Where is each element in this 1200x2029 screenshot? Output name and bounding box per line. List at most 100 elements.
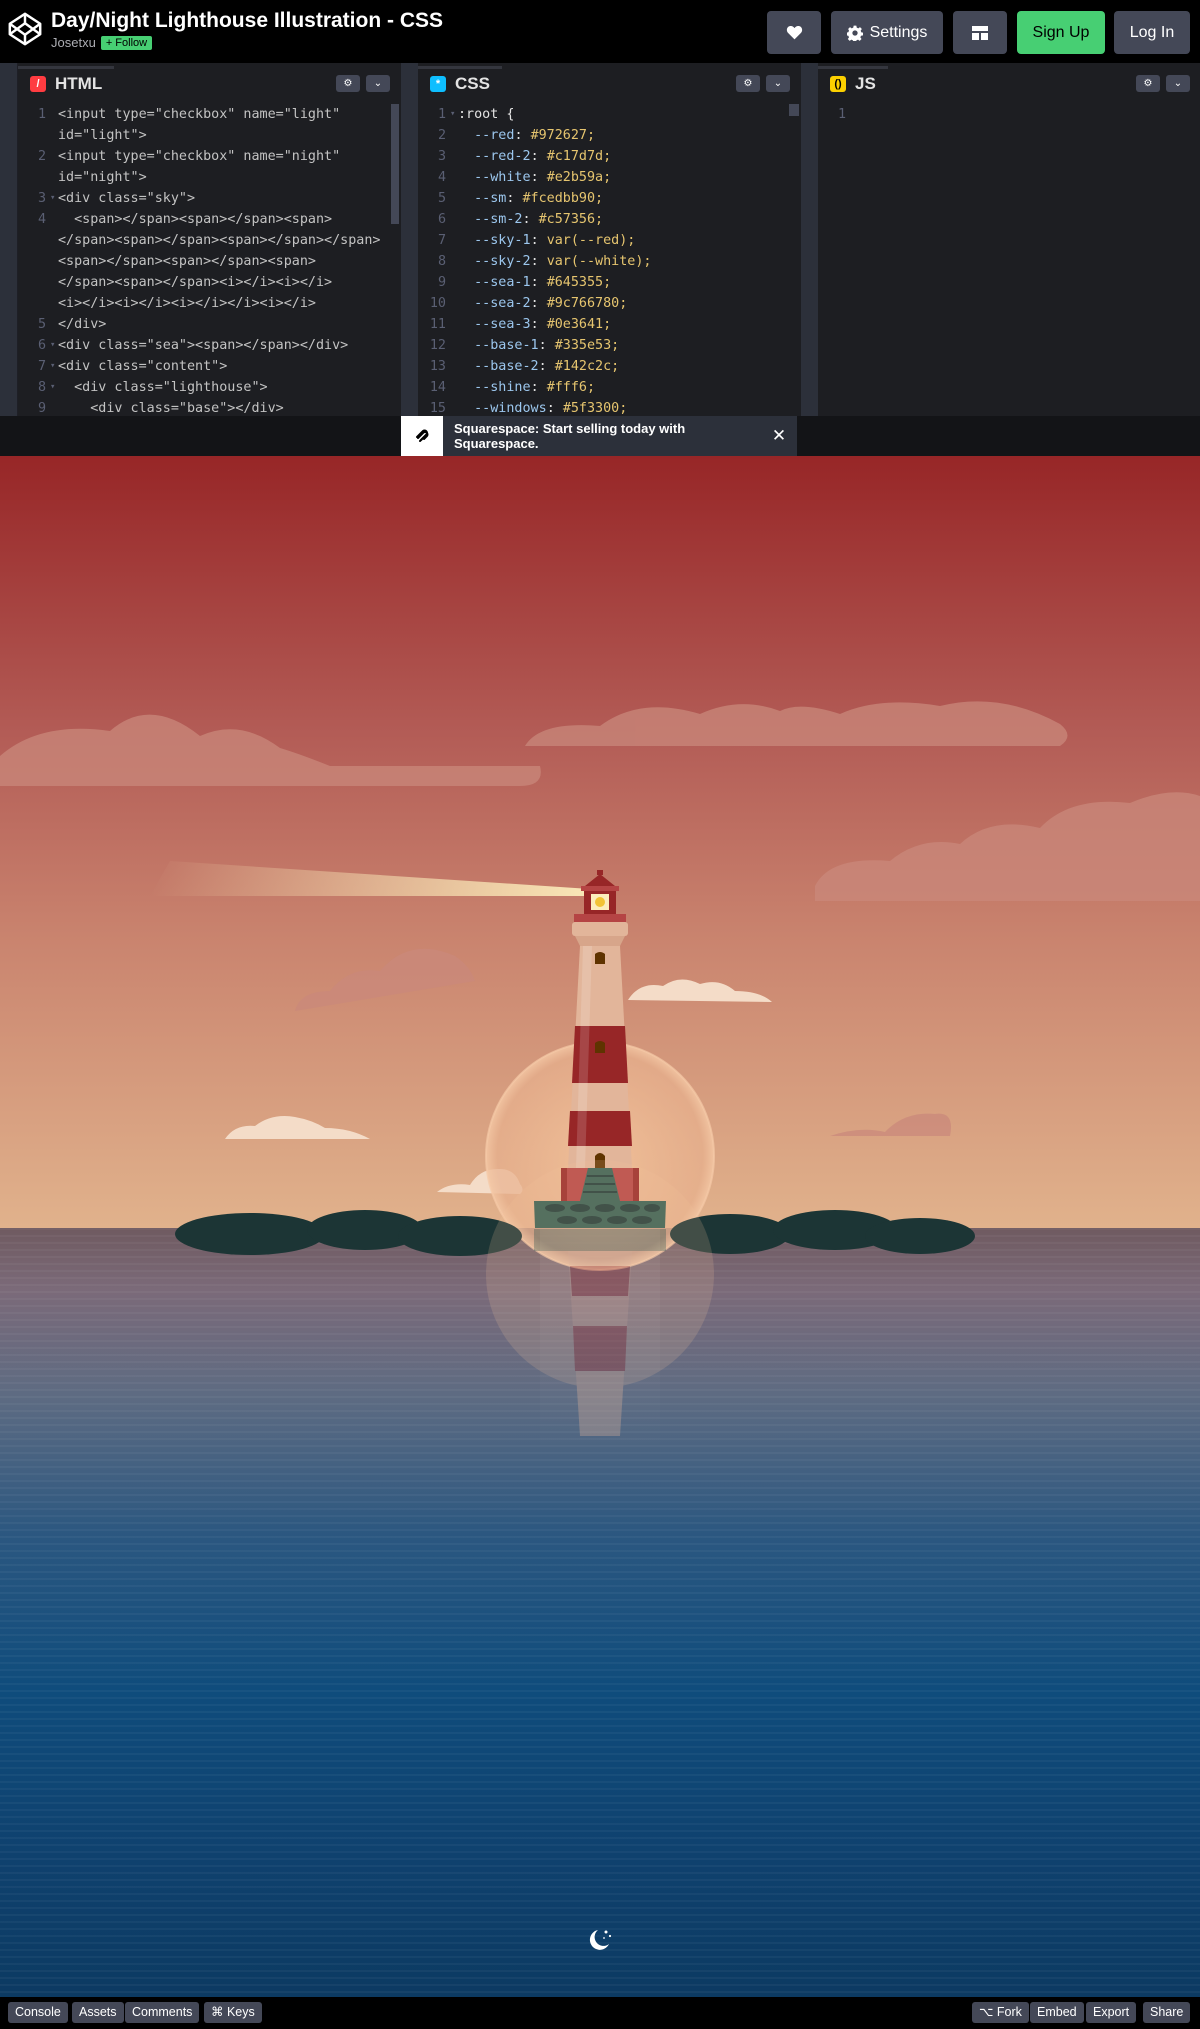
fold-toggle[interactable] (50, 125, 58, 146)
fold-toggle[interactable] (50, 251, 58, 272)
fold-toggle[interactable] (450, 293, 458, 314)
js-code[interactable]: 1 (818, 104, 1200, 416)
code-line[interactable]: 11 --sea-3: #0e3641; (418, 314, 801, 335)
css-scrollbar[interactable] (789, 104, 799, 116)
console-button[interactable]: Console (8, 2002, 68, 2023)
code-line[interactable]: 6 --sm-2: #c57356; (418, 209, 801, 230)
fold-toggle[interactable] (450, 251, 458, 272)
signup-button[interactable]: Sign Up (1017, 11, 1105, 54)
fold-toggle[interactable] (50, 146, 58, 167)
resize-handle[interactable] (801, 63, 818, 416)
login-button[interactable]: Log In (1114, 11, 1190, 54)
comments-button[interactable]: Comments (125, 2002, 200, 2023)
fold-toggle[interactable] (50, 104, 58, 125)
code-line[interactable]: id="night"> (18, 167, 401, 188)
html-scrollbar[interactable] (391, 104, 399, 224)
code-line[interactable]: 2 <input type="checkbox" name="night" (18, 146, 401, 167)
fold-toggle[interactable] (450, 377, 458, 398)
code-line[interactable]: 4 --white: #e2b59a; (418, 167, 801, 188)
html-collapse-button[interactable]: ⌄ (366, 75, 390, 92)
code-line[interactable]: 12 --base-1: #335e53; (418, 335, 801, 356)
code-line[interactable]: </span><span></span><span></span></span> (18, 230, 401, 251)
code-line[interactable]: <span></span><span></span><span> (18, 251, 401, 272)
resize-handle[interactable] (401, 63, 418, 416)
js-collapse-button[interactable]: ⌄ (1166, 75, 1190, 92)
fold-toggle[interactable] (850, 104, 858, 125)
code-line[interactable]: 5 </div> (18, 314, 401, 335)
code-line[interactable]: 7 --sky-1: var(--red); (418, 230, 801, 251)
fold-toggle[interactable] (50, 167, 58, 188)
css-code[interactable]: 1 ▾:root {2 --red: #972627; 3 --red-2: #c1… (418, 104, 801, 416)
fold-toggle[interactable]: ▾ (50, 377, 58, 398)
fold-toggle[interactable] (450, 272, 458, 293)
fold-toggle[interactable] (450, 209, 458, 230)
css-property: --sea-1 (458, 275, 531, 290)
day-night-toggle[interactable] (587, 1927, 613, 1953)
code-line[interactable]: 4 <span></span><span></span><span> (18, 209, 401, 230)
code-line[interactable]: </span><span></span><i></i><i></i> (18, 272, 401, 293)
css-collapse-button[interactable]: ⌄ (766, 75, 790, 92)
html-settings-button[interactable]: ⚙ (336, 75, 360, 92)
settings-button[interactable]: Settings (831, 11, 943, 54)
export-button[interactable]: Export (1086, 2002, 1137, 2023)
fold-toggle[interactable] (50, 398, 58, 416)
css-settings-button[interactable]: ⚙ (736, 75, 760, 92)
fold-toggle[interactable] (450, 167, 458, 188)
tab-css[interactable]: * CSS (418, 66, 502, 98)
code-line[interactable]: 5 --sm: #fcedbb90; (418, 188, 801, 209)
code-line[interactable]: 1 (818, 104, 1200, 125)
code-line[interactable]: 13 --base-2: #142c2c; (418, 356, 801, 377)
code-line[interactable]: 3 --red-2: #c17d7d; (418, 146, 801, 167)
fold-toggle[interactable] (450, 188, 458, 209)
fold-toggle[interactable] (450, 125, 458, 146)
tab-js[interactable]: () JS (818, 66, 888, 98)
fold-toggle[interactable] (450, 335, 458, 356)
code-line[interactable]: 8 ▾ <div class="lighthouse"> (18, 377, 401, 398)
code-line[interactable]: 8 --sky-2: var(--white); (418, 251, 801, 272)
fold-toggle[interactable] (50, 293, 58, 314)
follow-button[interactable]: + Follow (100, 35, 153, 50)
fold-toggle[interactable] (450, 314, 458, 335)
fold-toggle[interactable] (50, 230, 58, 251)
code-line[interactable]: <i></i><i></i><i></i></i><i></i> (18, 293, 401, 314)
code-line[interactable]: 7 ▾ <div class="content"> (18, 356, 401, 377)
code-line[interactable]: 10 --sea-2: #9c766780; (418, 293, 801, 314)
code-line[interactable]: 9 --sea-1: #645355; (418, 272, 801, 293)
codepen-logo-icon[interactable] (6, 10, 44, 48)
fold-toggle[interactable] (450, 146, 458, 167)
squarespace-ad[interactable]: Squarespace: Start selling today with Sq… (401, 416, 797, 456)
keys-button[interactable]: ⌘ Keys (204, 2002, 262, 2023)
code-line[interactable]: 1 ▾:root { (418, 104, 801, 125)
code-line[interactable]: 2 --red: #972627; (418, 125, 801, 146)
fold-toggle[interactable] (450, 230, 458, 251)
embed-button[interactable]: Embed (1030, 2002, 1084, 2023)
close-icon[interactable]: ✕ (761, 426, 797, 446)
fold-toggle[interactable] (450, 398, 458, 416)
fold-toggle[interactable] (50, 272, 58, 293)
code-line[interactable]: 3 ▾ <div class="sky"> (18, 188, 401, 209)
tab-html[interactable]: / HTML (18, 66, 115, 98)
code-line[interactable]: 9 <div class="base"></div> (18, 398, 401, 416)
code-line[interactable]: 6 ▾ <div class="sea"><span></span></div> (18, 335, 401, 356)
code-line[interactable]: 14 --shine: #fff6; (418, 377, 801, 398)
fold-toggle[interactable]: ▾ (450, 104, 458, 125)
author-link[interactable]: Josetxu (51, 35, 96, 50)
code-line[interactable]: 15 --windows: #5f3300; (418, 398, 801, 416)
share-button[interactable]: Share (1143, 2002, 1191, 2023)
code-line[interactable]: 1 <input type="checkbox" name="light" (18, 104, 401, 125)
fold-toggle[interactable]: ▾ (50, 356, 58, 377)
fold-toggle[interactable]: ▾ (50, 188, 58, 209)
js-settings-button[interactable]: ⚙ (1136, 75, 1160, 92)
fold-toggle[interactable]: ▾ (50, 335, 58, 356)
fold-toggle[interactable] (450, 356, 458, 377)
css-file-icon: * (430, 75, 446, 92)
assets-button[interactable]: Assets (72, 2002, 124, 2023)
fork-button[interactable]: ⌥ Fork (972, 2002, 1029, 2023)
ad-text[interactable]: Squarespace: Start selling today with Sq… (443, 421, 761, 451)
html-code[interactable]: 1 <input type="checkbox" name="light" id="… (18, 104, 401, 416)
fold-toggle[interactable] (50, 314, 58, 335)
code-line[interactable]: id="light"> (18, 125, 401, 146)
change-view-button[interactable] (953, 11, 1007, 54)
fold-toggle[interactable] (50, 209, 58, 230)
love-button[interactable] (767, 11, 821, 54)
